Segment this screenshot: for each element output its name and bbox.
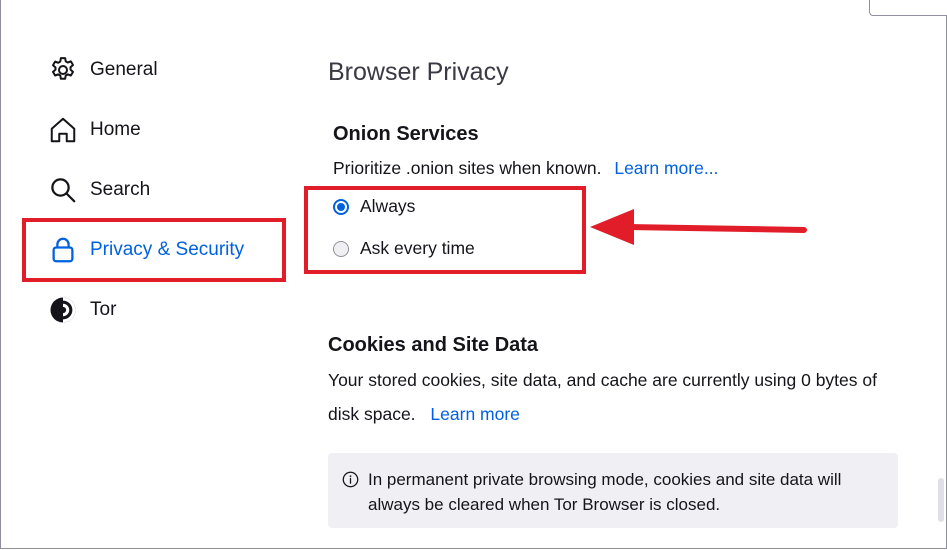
tor-onion-icon: [48, 295, 78, 325]
sidebar-item-label: Tor: [90, 299, 117, 320]
gear-icon: [48, 55, 78, 85]
sidebar-item-search[interactable]: Search: [48, 170, 150, 210]
annotation-highlight-sidebar: [22, 218, 286, 282]
page-title: Browser Privacy: [328, 58, 509, 86]
onion-services-heading: Onion Services: [333, 123, 479, 145]
radio-unselected-icon[interactable]: [333, 240, 349, 257]
radio-always-option[interactable]: Always: [333, 196, 415, 217]
annotation-arrow-icon: [590, 209, 807, 245]
sidebar-item-general[interactable]: General: [48, 50, 158, 90]
cookies-learn-more-link[interactable]: Learn more: [430, 404, 520, 424]
radio-ask-every-time-option[interactable]: Ask every time: [333, 238, 475, 259]
cookies-usage-text: Your stored cookies, site data, and cach…: [328, 370, 877, 390]
onion-services-description: Prioritize .onion sites when known. Lear…: [333, 158, 718, 179]
info-message-box: In permanent private browsing mode, cook…: [328, 453, 898, 528]
sidebar-item-label: Search: [90, 179, 151, 200]
home-icon: [48, 115, 78, 145]
sidebar-item-label: Home: [90, 119, 141, 140]
radio-selected-icon[interactable]: [333, 198, 349, 215]
scrollbar[interactable]: [938, 478, 944, 522]
info-icon: [342, 471, 359, 488]
learn-more-link[interactable]: Learn more...: [614, 158, 718, 178]
description-text: Prioritize .onion sites when known.: [333, 158, 602, 178]
search-icon: [48, 175, 78, 205]
sidebar-item-tor[interactable]: Tor: [48, 290, 116, 330]
info-message-text: In permanent private browsing mode, cook…: [368, 470, 842, 514]
radio-label: Ask every time: [360, 238, 475, 258]
find-in-settings-input[interactable]: [869, 0, 947, 16]
radio-label: Always: [360, 196, 416, 216]
sidebar-item-home[interactable]: Home: [48, 110, 141, 150]
cookies-usage-text-line2: disk space. Learn more: [328, 404, 520, 425]
disk-space-text: disk space.: [328, 404, 416, 424]
sidebar-item-label: General: [90, 59, 158, 80]
cookies-heading: Cookies and Site Data: [328, 334, 539, 356]
